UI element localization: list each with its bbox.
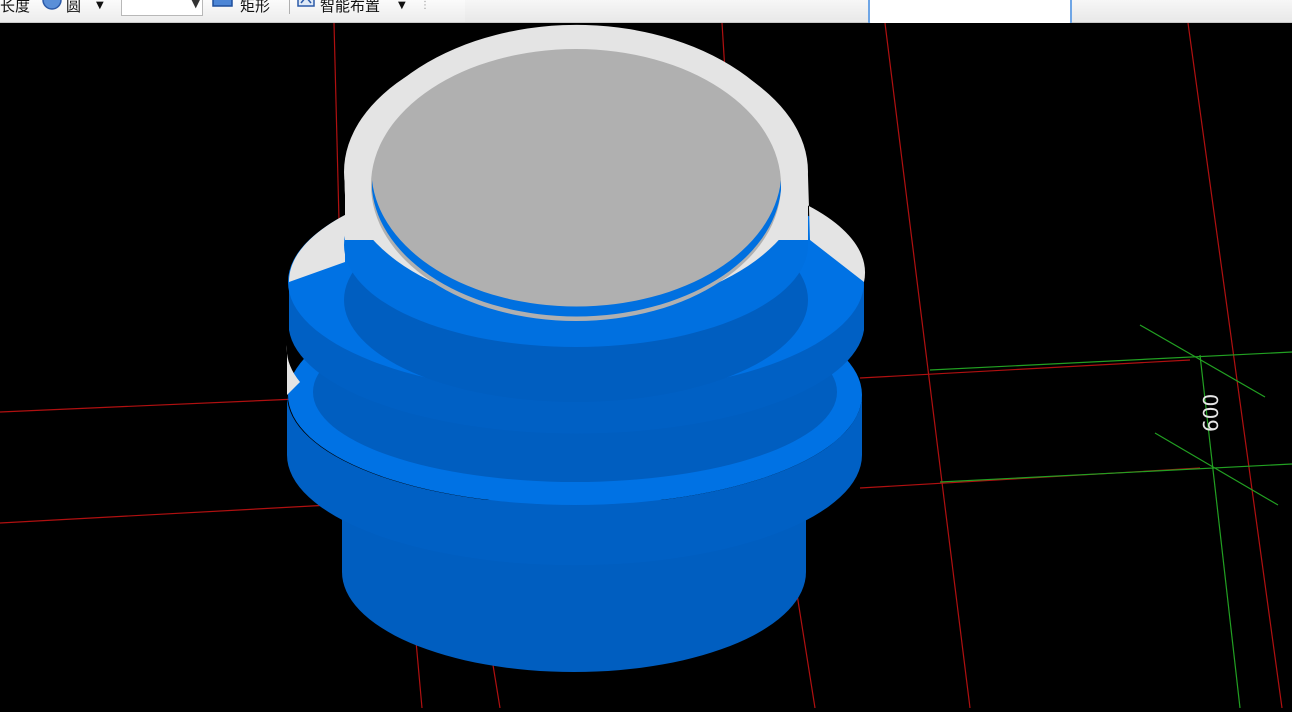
chevron-down-icon[interactable]: ▼: [96, 0, 104, 14]
section-select[interactable]: ▼: [121, 0, 203, 16]
overflow-icon[interactable]: ⋮: [420, 0, 430, 14]
pile-cap-model[interactable]: [286, 24, 866, 672]
model-canvas[interactable]: 600: [0, 22, 1292, 709]
rectangle-shape-icon[interactable]: [210, 0, 236, 18]
toolbar: 长度 圆 ▼ ▼ 矩形 智能布置 ▼ ⋮: [0, 0, 1292, 26]
chevron-down-icon[interactable]: ▼: [398, 0, 406, 14]
circle-shape-button[interactable]: 圆: [66, 0, 81, 14]
circle-shape-icon[interactable]: [40, 0, 64, 18]
toolbar-separator: [289, 0, 290, 14]
3d-viewport[interactable]: 600: [0, 22, 1292, 709]
smart-layout-icon[interactable]: [295, 0, 319, 18]
rectangle-shape-button[interactable]: 矩形: [240, 0, 270, 14]
length-label: 长度: [0, 0, 31, 15]
smart-layout-button[interactable]: 智能布置: [320, 0, 380, 14]
dropdown-arrow-icon[interactable]: ▼: [192, 0, 200, 10]
dimension-label: 600: [1199, 394, 1223, 432]
